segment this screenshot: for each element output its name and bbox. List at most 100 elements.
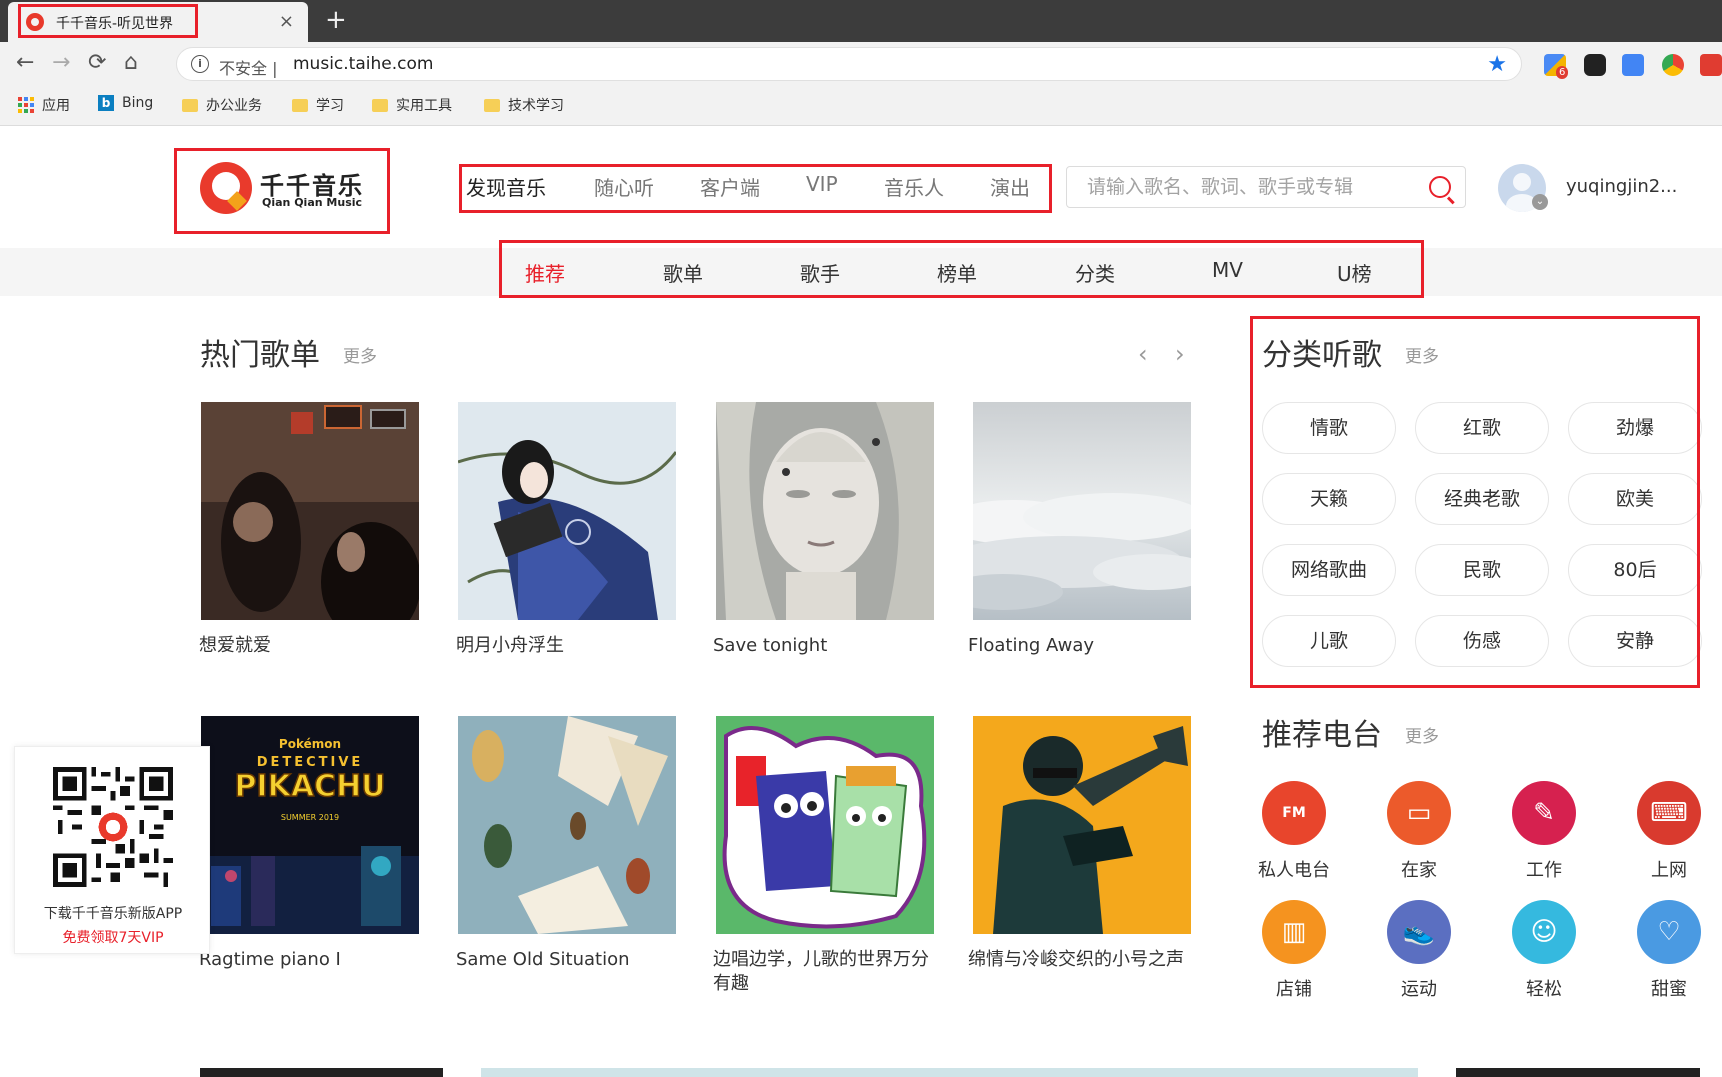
categories-more-link[interactable]: 更多 — [1405, 342, 1439, 367]
folder-icon — [182, 98, 198, 112]
playlist-name[interactable]: 明月小舟浮生 — [456, 634, 678, 658]
playlist-name[interactable]: 想爱就爱 — [199, 634, 421, 658]
sofa-icon[interactable]: ▭ — [1387, 781, 1451, 845]
tab-mv[interactable]: MV — [1212, 258, 1243, 282]
category-pill[interactable]: 经典老歌 — [1415, 473, 1549, 525]
bookmark-folder-tech[interactable]: 技术学习 — [484, 95, 564, 115]
radio-station-label[interactable]: 私人电台 — [1249, 856, 1339, 882]
extension-mask-icon[interactable] — [1584, 54, 1606, 76]
happy-face-icon[interactable]: ☺ — [1512, 900, 1576, 964]
hearts-icon[interactable]: ♡ — [1637, 900, 1701, 964]
extension-more-icon[interactable] — [1700, 54, 1722, 76]
sneaker-icon[interactable]: 👟 — [1387, 900, 1451, 964]
search-icon[interactable] — [1429, 176, 1451, 198]
playlist-name[interactable]: Floating Away — [968, 634, 1190, 658]
radio-glyph: ▭ — [1406, 798, 1432, 828]
playlist-name[interactable]: 绵情与冷峻交织的小号之声 — [968, 948, 1190, 972]
bookmark-bing[interactable]: b Bing — [98, 95, 153, 111]
playlist-cover[interactable] — [716, 402, 934, 620]
search-input[interactable] — [1067, 167, 1407, 207]
tab-singers[interactable]: 歌手 — [800, 258, 840, 287]
radio-station-label[interactable]: 甜蜜 — [1624, 975, 1714, 1001]
next-arrow-icon[interactable]: › — [1175, 340, 1185, 368]
nav-discover-music[interactable]: 发现音乐 — [466, 172, 546, 201]
radio-station-label[interactable]: 店铺 — [1249, 975, 1339, 1001]
category-pill[interactable]: 天籁 — [1262, 473, 1396, 525]
category-pill[interactable]: 民歌 — [1415, 544, 1549, 596]
reload-button[interactable]: ⟳ — [88, 50, 106, 75]
next-section-banner — [481, 1068, 1418, 1077]
radio-station-label[interactable]: 运动 — [1374, 975, 1464, 1001]
playlist-cover[interactable] — [458, 402, 676, 620]
fm-radio-icon[interactable]: FM — [1262, 781, 1326, 845]
category-pill[interactable]: 儿歌 — [1262, 615, 1396, 667]
bookmark-apps[interactable]: 应用 — [18, 95, 70, 115]
desk-lamp-icon[interactable]: ✎ — [1512, 781, 1576, 845]
qianqian-favicon-icon — [26, 13, 44, 31]
prev-arrow-icon[interactable]: ‹ — [1138, 340, 1148, 368]
forward-button[interactable]: → — [52, 50, 70, 75]
playlist-name[interactable]: Ragtime piano I — [199, 948, 421, 972]
tab-close-icon[interactable]: × — [279, 11, 294, 32]
vip-promo-link[interactable]: 免费领取7天VIP — [15, 927, 211, 947]
bookmark-folder-tools[interactable]: 实用工具 — [372, 95, 452, 115]
app-download-panel[interactable]: 下载千千音乐新版APP 免费领取7天VIP — [14, 746, 210, 954]
nav-musician[interactable]: 音乐人 — [884, 172, 944, 201]
radio-station-label[interactable]: 上网 — [1624, 856, 1714, 882]
tab-u-chart[interactable]: U榜 — [1337, 258, 1372, 287]
username[interactable]: yuqingjin2... — [1566, 176, 1677, 197]
address-bar[interactable]: i 不安全 | music.taihe.com ★ — [176, 47, 1522, 81]
tab-charts[interactable]: 榜单 — [937, 258, 977, 287]
tab-categories[interactable]: 分类 — [1075, 258, 1115, 287]
bookmark-folder-study[interactable]: 学习 — [292, 95, 344, 115]
playlist-name[interactable]: Same Old Situation — [456, 948, 678, 972]
info-icon[interactable]: i — [191, 55, 209, 73]
back-button[interactable]: ← — [16, 50, 34, 75]
hot-playlists-more-link[interactable]: 更多 — [343, 342, 377, 367]
radio-more-link[interactable]: 更多 — [1405, 722, 1439, 747]
category-pill[interactable]: 劲爆 — [1568, 402, 1702, 454]
folder-icon — [372, 98, 388, 112]
playlist-cover[interactable] — [458, 716, 676, 934]
radio-station-label[interactable]: 在家 — [1374, 856, 1464, 882]
nav-free-listen[interactable]: 随心听 — [594, 172, 654, 201]
extension-grid-icon[interactable]: 6 — [1544, 54, 1569, 79]
category-pill[interactable]: 80后 — [1568, 544, 1702, 596]
playlist-cover[interactable] — [201, 402, 419, 620]
nav-shows[interactable]: 演出 — [990, 172, 1030, 201]
playlist-cover[interactable]: Pokémon DETECTIVE PIKACHU SUMMER 2019 — [201, 716, 419, 934]
chrome-extension-icon[interactable] — [1662, 54, 1684, 76]
playlist-name[interactable]: 边唱边学，儿歌的世界万分有趣 — [713, 948, 935, 996]
shop-icon[interactable]: ▥ — [1262, 900, 1326, 964]
category-pill[interactable]: 情歌 — [1262, 402, 1396, 454]
nav-vip[interactable]: VIP — [806, 172, 838, 196]
playlist-cover[interactable] — [973, 402, 1191, 620]
new-tab-button[interactable]: + — [325, 5, 347, 35]
category-pill[interactable]: 红歌 — [1415, 402, 1549, 454]
tab-playlists[interactable]: 歌单 — [663, 258, 703, 287]
radio-station-label[interactable]: 工作 — [1499, 856, 1589, 882]
browser-tab[interactable]: 千千音乐-听见世界 × — [8, 2, 308, 42]
tab-recommend[interactable]: 推荐 — [525, 258, 565, 287]
translate-icon[interactable] — [1622, 54, 1644, 76]
chevron-down-icon[interactable]: ⌄ — [1532, 194, 1548, 210]
category-pill[interactable]: 欧美 — [1568, 473, 1702, 525]
category-pill[interactable]: 安静 — [1568, 615, 1702, 667]
site-logo[interactable]: 千千音乐 Qian Qian Music — [200, 162, 370, 218]
url-text[interactable]: music.taihe.com — [293, 54, 433, 74]
playlist-cover[interactable] — [716, 716, 934, 934]
playlist-name[interactable]: Save tonight — [713, 634, 935, 658]
folder-icon — [484, 98, 500, 112]
radio-station-label[interactable]: 轻松 — [1499, 975, 1589, 1001]
category-pill[interactable]: 伤感 — [1415, 615, 1549, 667]
bookmark-star-icon[interactable]: ★ — [1487, 52, 1507, 77]
qr-caption: 下载千千音乐新版APP — [43, 906, 183, 922]
nav-client[interactable]: 客户端 — [700, 172, 760, 201]
playlist-cover[interactable] — [973, 716, 1191, 934]
tab-title: 千千音乐-听见世界 — [56, 16, 174, 32]
bookmark-folder-office[interactable]: 办公业务 — [182, 95, 262, 115]
category-pill[interactable]: 网络歌曲 — [1262, 544, 1396, 596]
cover-art — [458, 716, 676, 934]
laptop-wifi-icon[interactable]: ⌨ — [1637, 781, 1701, 845]
home-button[interactable]: ⌂ — [124, 50, 138, 75]
